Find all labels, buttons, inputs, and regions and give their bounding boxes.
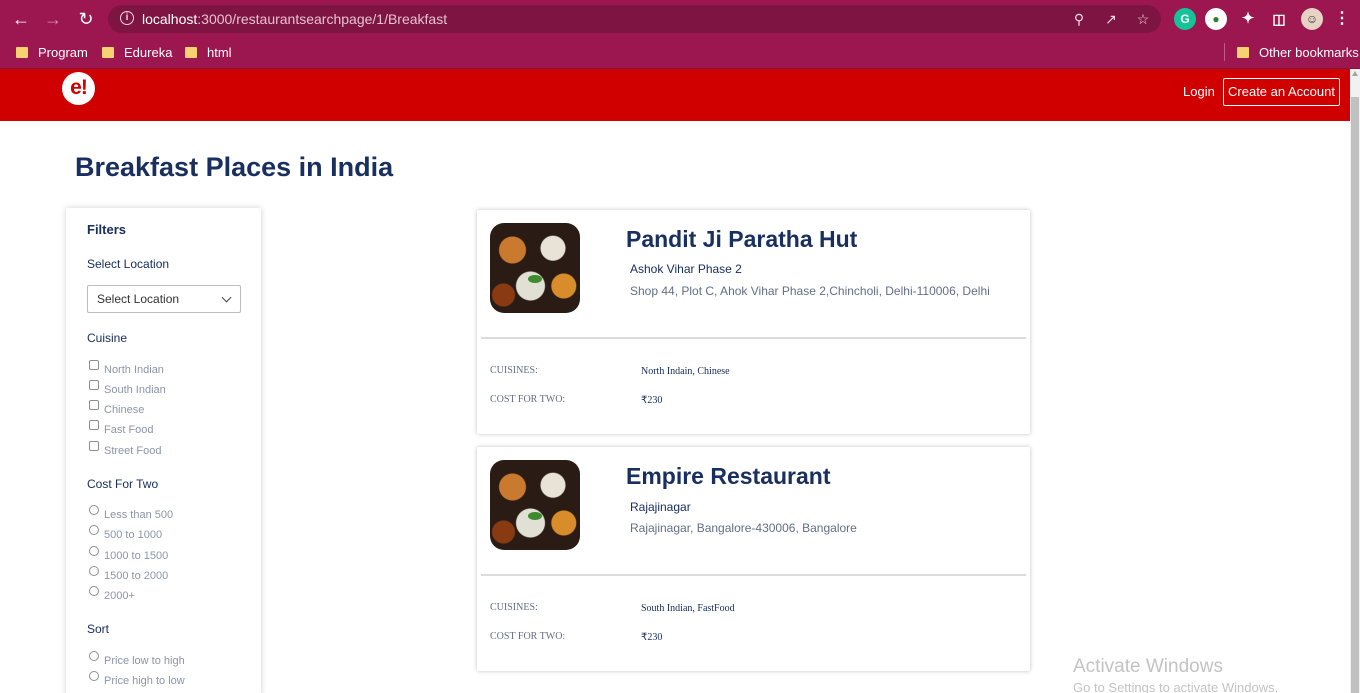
cuisine-option[interactable]: Fast Food (89, 420, 154, 437)
cuisines-label: CUISINES: (490, 602, 538, 613)
sort-label: Sort (87, 622, 110, 636)
scrollbar-thumb[interactable] (1351, 97, 1359, 693)
cost-for-two-label: COST FOR TWO: (490, 631, 566, 642)
restaurant-card[interactable]: Empire Restaurant Rajajinagar Rajajinaga… (477, 447, 1030, 671)
cost-option[interactable]: 2000+ (89, 586, 135, 603)
restaurant-name[interactable]: Empire Restaurant (626, 463, 831, 490)
bookmark-html[interactable]: html (185, 44, 232, 62)
page-scrollbar[interactable] (1350, 69, 1360, 693)
cuisine-option[interactable]: North Indian (89, 360, 164, 377)
cost-option[interactable]: 500 to 1000 (89, 525, 162, 542)
radio-button[interactable] (89, 546, 99, 556)
activate-windows-watermark: Activate Windows (1073, 656, 1223, 677)
other-bookmarks[interactable]: Other bookmarks (1237, 44, 1359, 62)
cuisine-option[interactable]: South Indian (89, 380, 166, 397)
address-bar[interactable]: i localhost:3000/restaurantsearchpage/1/… (108, 5, 1161, 33)
bookmark-divider (1224, 43, 1225, 61)
scroll-up-arrow-icon[interactable] (1352, 71, 1358, 76)
folder-icon (16, 47, 28, 58)
cost-for-two-label: COST FOR TWO: (490, 394, 566, 405)
card-divider (481, 574, 1026, 576)
grammarly-icon[interactable]: G (1174, 8, 1196, 30)
location-label: Select Location (87, 257, 170, 271)
sort-option[interactable]: Price high to low (89, 671, 185, 688)
restaurant-locality: Ashok Vihar Phase 2 (630, 262, 742, 276)
card-divider (481, 337, 1026, 339)
restaurant-address: Shop 44, Plot C, Ahok Vihar Phase 2,Chin… (630, 284, 990, 298)
site-info-icon[interactable]: i (120, 11, 134, 25)
checkbox[interactable] (89, 420, 99, 430)
restaurant-card[interactable]: Pandit Ji Paratha Hut Ashok Vihar Phase … (477, 210, 1030, 434)
url-text: localhost:3000/restaurantsearchpage/1/Br… (142, 11, 448, 27)
restaurant-locality: Rajajinagar (630, 500, 691, 514)
bookmark-program[interactable]: Program (16, 44, 88, 62)
forward-arrow-icon[interactable]: → (42, 8, 64, 30)
back-arrow-icon[interactable]: ← (10, 8, 32, 30)
checkbox[interactable] (89, 360, 99, 370)
location-select[interactable]: Select Location (87, 285, 241, 313)
restaurant-name[interactable]: Pandit Ji Paratha Hut (626, 226, 857, 253)
puzzle-extensions-icon[interactable]: ✦ (1237, 8, 1259, 30)
radio-button[interactable] (89, 505, 99, 515)
bookmark-star-icon[interactable]: ☆ (1134, 10, 1152, 28)
side-panel-icon[interactable]: ◫ (1268, 8, 1290, 30)
radio-button[interactable] (89, 525, 99, 535)
cost-for-two-value: ₹230 (641, 632, 663, 643)
create-account-button[interactable]: Create an Account (1223, 78, 1340, 106)
sort-option[interactable]: Price low to high (89, 651, 185, 668)
radio-button[interactable] (89, 566, 99, 576)
cuisines-label: CUISINES: (490, 365, 538, 376)
restaurant-image (490, 460, 580, 550)
reload-icon[interactable]: ↻ (75, 8, 97, 30)
cost-option[interactable]: 1000 to 1500 (89, 546, 168, 563)
logo[interactable]: e! (62, 72, 95, 105)
cuisine-label: Cuisine (87, 331, 128, 345)
profile-avatar[interactable]: ☺ (1301, 8, 1323, 30)
cuisines-value: South Indian, FastFood (641, 603, 735, 614)
folder-icon (102, 47, 114, 58)
restaurant-image (490, 223, 580, 313)
chevron-down-icon (221, 292, 232, 303)
restaurant-address: Rajajinagar, Bangalore-430006, Bangalore (630, 521, 857, 535)
cuisine-option[interactable]: Chinese (89, 400, 144, 417)
cost-for-two-value: ₹230 (641, 395, 663, 406)
filters-panel: Filters Select Location Select Location … (66, 208, 261, 693)
folder-icon (185, 47, 197, 58)
folder-icon (1237, 47, 1249, 58)
zoom-icon[interactable]: ⚲ (1070, 10, 1088, 28)
share-icon[interactable]: ↗ (1102, 10, 1120, 28)
cost-label: Cost For Two (87, 477, 159, 491)
radio-button[interactable] (89, 586, 99, 596)
bookmark-edureka[interactable]: Edureka (102, 44, 172, 62)
cuisine-option[interactable]: Street Food (89, 441, 161, 458)
checkbox[interactable] (89, 380, 99, 390)
app-header: e! Login Create an Account (0, 69, 1350, 121)
radio-button[interactable] (89, 651, 99, 661)
extension-icon[interactable]: ● (1205, 8, 1227, 30)
login-link[interactable]: Login (1183, 84, 1215, 99)
checkbox[interactable] (89, 400, 99, 410)
cost-option[interactable]: Less than 500 (89, 505, 173, 522)
location-select-value: Select Location (97, 292, 180, 306)
activate-windows-subtext: Go to Settings to activate Windows. (1073, 680, 1279, 693)
radio-button[interactable] (89, 671, 99, 681)
checkbox[interactable] (89, 441, 99, 451)
page-title: Breakfast Places in India (75, 152, 394, 182)
bookmarks-bar: Program Edureka html Other bookmarks (0, 37, 1360, 69)
filters-title: Filters (87, 222, 127, 237)
cuisines-value: North Indain, Chinese (641, 366, 730, 377)
cost-option[interactable]: 1500 to 2000 (89, 566, 168, 583)
menu-kebab-icon[interactable]: ⋮ (1331, 8, 1353, 30)
browser-toolbar: ← → ↻ i localhost:3000/restaurantsearchp… (0, 0, 1360, 37)
